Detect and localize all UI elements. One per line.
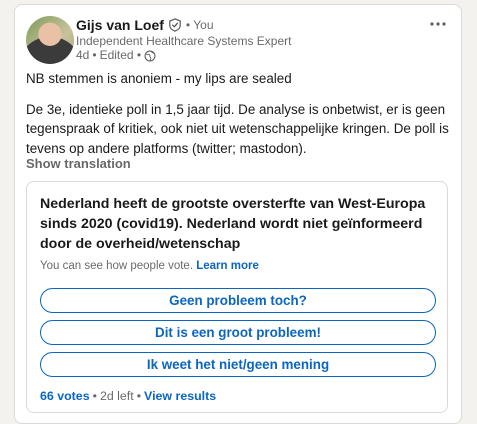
poll-time-left: 2d left xyxy=(99,389,134,403)
meta-separator: • xyxy=(92,48,97,62)
post-time: 4d xyxy=(76,48,90,62)
avatar[interactable] xyxy=(26,16,74,64)
author-name[interactable]: Gijs van Loef xyxy=(76,16,164,34)
poll-option-1[interactable]: Geen probleem toch? xyxy=(40,288,436,313)
verified-shield-icon xyxy=(168,18,182,32)
you-label: • You xyxy=(185,18,214,32)
post-meta: 4d • Edited • xyxy=(76,48,156,63)
poll-card: Nederland heeft de grootste oversterfte … xyxy=(26,181,448,413)
globe-icon xyxy=(144,50,156,62)
edited-label: Edited • xyxy=(99,48,142,62)
poll-visibility-text: You can see how people vote. xyxy=(40,260,194,272)
poll-votes-link[interactable]: 66 votes xyxy=(40,389,90,403)
post-paragraph-1: NB stemmen is anoniem - my lips are seal… xyxy=(26,71,292,86)
post-paragraph-2: De 3e, identieke poll in 1,5 jaar tijd. … xyxy=(26,101,449,156)
author-row: Gijs van Loef • You xyxy=(76,16,214,34)
post-text: NB stemmen is anoniem - my lips are seal… xyxy=(26,69,458,158)
show-translation-button[interactable]: Show translation xyxy=(26,156,131,171)
footer-dot: • xyxy=(92,389,97,403)
poll-option-3[interactable]: Ik weet het niet/geen mening xyxy=(40,352,436,377)
poll-question: Nederland heeft de grootste oversterfte … xyxy=(40,196,426,252)
poll-option-2[interactable]: Dit is een groot probleem! xyxy=(40,320,436,345)
footer-dot-2: • xyxy=(136,389,142,403)
poll-visibility-note: You can see how people vote. Learn more xyxy=(40,260,259,272)
view-results-link[interactable]: View results xyxy=(144,389,216,403)
post-card: Gijs van Loef • You Independent Healthca… xyxy=(14,4,462,424)
learn-more-link[interactable]: Learn more xyxy=(196,260,259,272)
poll-footer: 66 votes • 2d left • View results xyxy=(40,389,216,403)
more-options-button[interactable] xyxy=(425,13,451,35)
more-options-icon xyxy=(430,22,446,26)
author-headline: Independent Healthcare Systems Expert xyxy=(76,34,292,48)
